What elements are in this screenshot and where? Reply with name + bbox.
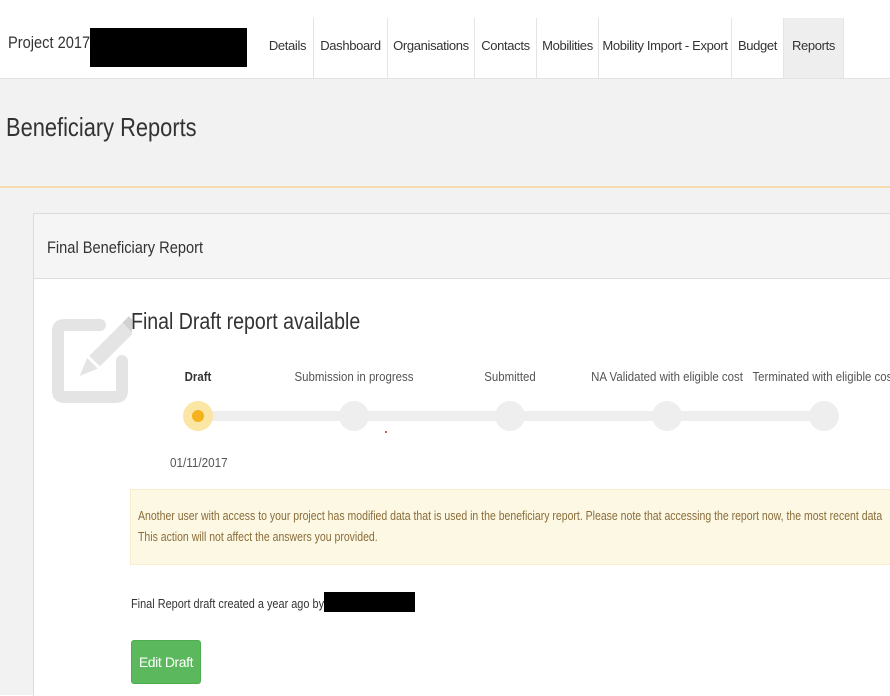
tab-dashboard[interactable]: Dashboard [314,18,387,78]
alert-line-1: Another user with access to your project… [138,509,883,523]
tab-budget[interactable]: Budget [732,18,783,78]
step-label-submission-in-progress: Submission in progress [294,369,414,384]
tab-contacts[interactable]: Contacts [475,18,536,78]
step-label-submitted: Submitted [484,369,536,384]
step-label-terminated: Terminated with eligible cost [752,369,890,384]
active-step-dot [192,410,204,422]
redacted-user-name [324,592,415,612]
pencil-square-icon [52,316,132,403]
project-title[interactable]: Project 2017 [8,33,90,53]
tab-mobility-import-export[interactable]: Mobility Import - Export [599,18,731,78]
tab-details[interactable]: Details [262,18,313,78]
tab-reports[interactable]: Reports [784,18,843,78]
tab-divider [843,18,844,78]
step-label-draft: Draft [184,369,212,384]
step-node-submission-in-progress [339,401,369,431]
page-title: Beneficiary Reports [6,112,197,142]
tab-organisations[interactable]: Organisations [388,18,474,78]
tab-mobilities[interactable]: Mobilities [537,18,598,78]
warning-alert: Another user with access to your project… [130,489,890,565]
step-node-terminated [809,401,839,431]
report-panel [33,213,890,696]
step-date-draft: 01/11/2017 [170,455,228,470]
step-node-submitted [495,401,525,431]
step-node-na-validated [652,401,682,431]
panel-title: Final Beneficiary Report [47,238,204,257]
step-label-na-validated: NA Validated with eligible cost [591,369,743,384]
step-node-draft [183,401,213,431]
redacted-project-name [90,28,247,67]
progress-marker [385,431,387,433]
edit-draft-button[interactable]: Edit Draft [131,640,201,684]
report-status-title: Final Draft report available [131,308,361,334]
alert-line-2: This action will not affect the answers … [138,530,378,544]
draft-created-info: Final Report draft created a year ago by… [131,596,335,611]
